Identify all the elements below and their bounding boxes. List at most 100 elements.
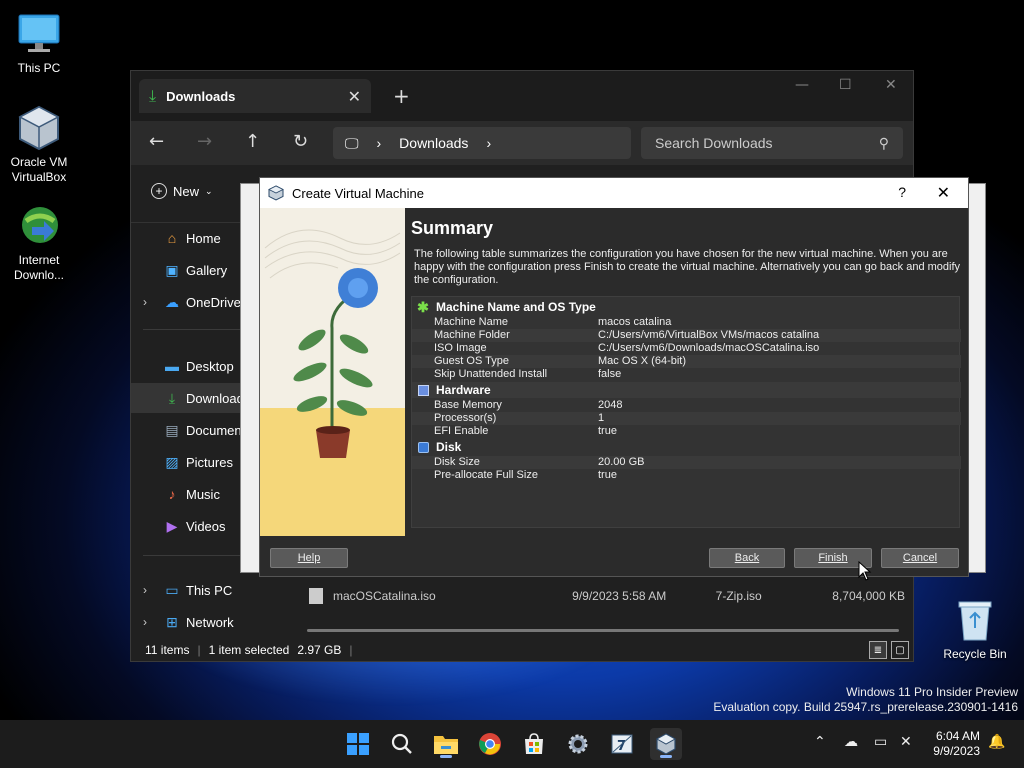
nav-label: Desktop — [186, 358, 234, 374]
pictures-icon: ▨ — [165, 453, 179, 470]
tab-close-icon[interactable]: ✕ — [348, 87, 361, 106]
row-key: Skip Unattended Install — [434, 368, 548, 380]
speaker-muted-icon[interactable]: ✕ — [900, 734, 912, 750]
cloud-icon: ☁ — [165, 293, 179, 310]
row-key: EFI Enable — [434, 425, 489, 437]
row-value: true — [598, 469, 617, 481]
row-key: Pre-allocate Full Size — [434, 469, 538, 481]
file-row[interactable]: macOSCatalina.iso 9/9/2023 5:58 AM 7-Zip… — [309, 583, 905, 609]
clock[interactable]: 6:04 AM 9/9/2023 — [933, 729, 980, 759]
watermark-line-2: Evaluation copy. Build 25947.rs_prerelea… — [713, 700, 1018, 714]
running-indicator — [660, 755, 672, 758]
plus-icon: + — [151, 183, 167, 199]
download-icon: ⤓ — [149, 86, 157, 105]
file-type: 7-Zip.iso — [715, 589, 762, 603]
nav-label: Network — [186, 614, 234, 630]
desktop-folder-icon: ▬ — [165, 358, 179, 374]
search-icon[interactable] — [386, 728, 418, 760]
horizontal-scrollbar[interactable] — [307, 629, 899, 632]
search-placeholder: Search Downloads — [655, 135, 773, 151]
document-icon: ▤ — [165, 421, 179, 438]
start-icon[interactable] — [342, 728, 374, 760]
summary-table[interactable]: ✱ Machine Name and OS Type Machine Name m… — [411, 296, 961, 528]
file-size: 8,704,000 KB — [832, 589, 905, 603]
nav-label: This PC — [186, 582, 233, 598]
row-key: Machine Name — [434, 316, 508, 328]
help-button[interactable]: Help — [270, 548, 348, 568]
nav-label: OneDrive — [186, 294, 241, 310]
cloud-offline-icon[interactable]: ☁ — [844, 734, 858, 750]
tab-label: Downloads — [166, 88, 236, 104]
chevron-right-icon[interactable]: › — [143, 295, 147, 309]
back-arrow-icon[interactable]: ← — [149, 131, 164, 152]
wizard-illustration — [260, 208, 405, 536]
desktop-icon-idm[interactable]: Internet Downlo... — [0, 202, 78, 283]
row-value: false — [598, 368, 622, 380]
address-bar[interactable]: 🖵 › Downloads › — [333, 127, 631, 159]
store-icon[interactable] — [518, 728, 550, 760]
chevron-up-icon[interactable]: ⌃ — [814, 734, 826, 750]
virtualbox-taskbar-icon[interactable] — [650, 728, 682, 760]
nav-label: Gallery — [186, 262, 228, 278]
row-key: Base Memory — [434, 399, 502, 411]
section-name-os[interactable]: ✱ Machine Name and OS Type — [412, 299, 961, 315]
section-label: Disk — [436, 440, 462, 454]
nav-item-this-pc[interactable]: › ▭ This PC — [131, 575, 281, 605]
help-icon[interactable]: ? — [898, 184, 906, 200]
row-value: 1 — [598, 412, 605, 424]
search-input[interactable]: Search Downloads ⚲ — [641, 127, 903, 159]
network-icon[interactable]: ▭ — [874, 734, 887, 750]
status-bar: 11 items | 1 item selected 2.97 GB | — [145, 643, 353, 657]
desktop-icon-virtualbox[interactable]: Oracle VM VirtualBox — [0, 104, 78, 185]
clock-date: 9/9/2023 — [933, 744, 980, 758]
maximize-icon[interactable]: ☐ — [839, 77, 852, 93]
row-key: ISO Image — [434, 342, 487, 354]
settings-icon[interactable] — [562, 728, 594, 760]
row-value: macos catalina — [598, 316, 672, 328]
video-icon: ▶ — [166, 517, 178, 534]
notification-bell-icon[interactable]: 🔔 — [988, 734, 1005, 750]
row-value: true — [598, 425, 617, 437]
details-view-icon[interactable]: ≣ — [869, 641, 887, 659]
row-key: Disk Size — [434, 456, 480, 468]
minimize-icon[interactable]: — — [795, 77, 809, 93]
desktop-icon-recycle-bin[interactable]: Recycle Bin — [936, 596, 1014, 662]
chevron-right-icon[interactable]: › — [143, 615, 147, 629]
table-row: Machine Name macos catalina — [412, 316, 961, 329]
new-button[interactable]: + New ⌄ — [151, 183, 213, 199]
table-row: ISO Image C:/Users/vm6/Downloads/macOSCat… — [412, 342, 961, 355]
refresh-icon[interactable]: ↻ — [293, 131, 308, 152]
back-button[interactable]: Back — [709, 548, 785, 568]
virtualbox-icon — [268, 185, 284, 201]
nav-label: Home — [186, 230, 221, 246]
tiles-view-icon[interactable]: ▢ — [891, 641, 909, 659]
gear-sparkle-icon: ✱ — [417, 298, 429, 315]
chevron-right-icon[interactable]: › — [143, 583, 147, 597]
tab-downloads[interactable]: ⤓ Downloads ✕ — [139, 79, 371, 113]
file-explorer-icon[interactable] — [430, 728, 462, 760]
home-icon: ⌂ — [167, 230, 177, 246]
chrome-icon[interactable] — [474, 728, 506, 760]
nav-label: Pictures — [186, 454, 233, 470]
desktop-icon-label: Oracle VM VirtualBox — [10, 155, 68, 184]
desktop-icon-this-pc[interactable]: This PC — [0, 10, 78, 76]
section-disk[interactable]: Disk — [412, 439, 961, 455]
pc-icon: 🖵 — [345, 134, 359, 151]
gallery-icon: ▣ — [165, 261, 179, 278]
close-icon[interactable]: ✕ — [937, 183, 950, 203]
network-icon: ⊞ — [166, 613, 178, 630]
up-arrow-icon[interactable]: ↑ — [245, 131, 260, 152]
close-window-icon[interactable]: ✕ — [885, 77, 897, 93]
navigation-bar: ← → ↑ ↻ 🖵 › Downloads › Search Downloads… — [131, 121, 913, 165]
7zip-icon[interactable]: 7 — [606, 728, 638, 760]
cancel-button[interactable]: Cancel — [881, 548, 959, 568]
section-hardware[interactable]: Hardware — [412, 382, 961, 398]
new-tab-button[interactable]: + — [393, 84, 410, 108]
table-row: Pre-allocate Full Size true — [412, 469, 961, 482]
row-key: Processor(s) — [434, 412, 497, 424]
forward-arrow-icon[interactable]: → — [197, 131, 212, 152]
clock-time: 6:04 AM — [935, 729, 980, 743]
nav-item-network[interactable]: › ⊞ Network — [131, 607, 281, 637]
row-value: 20.00 GB — [598, 456, 645, 468]
address-segment[interactable]: Downloads — [399, 135, 468, 151]
